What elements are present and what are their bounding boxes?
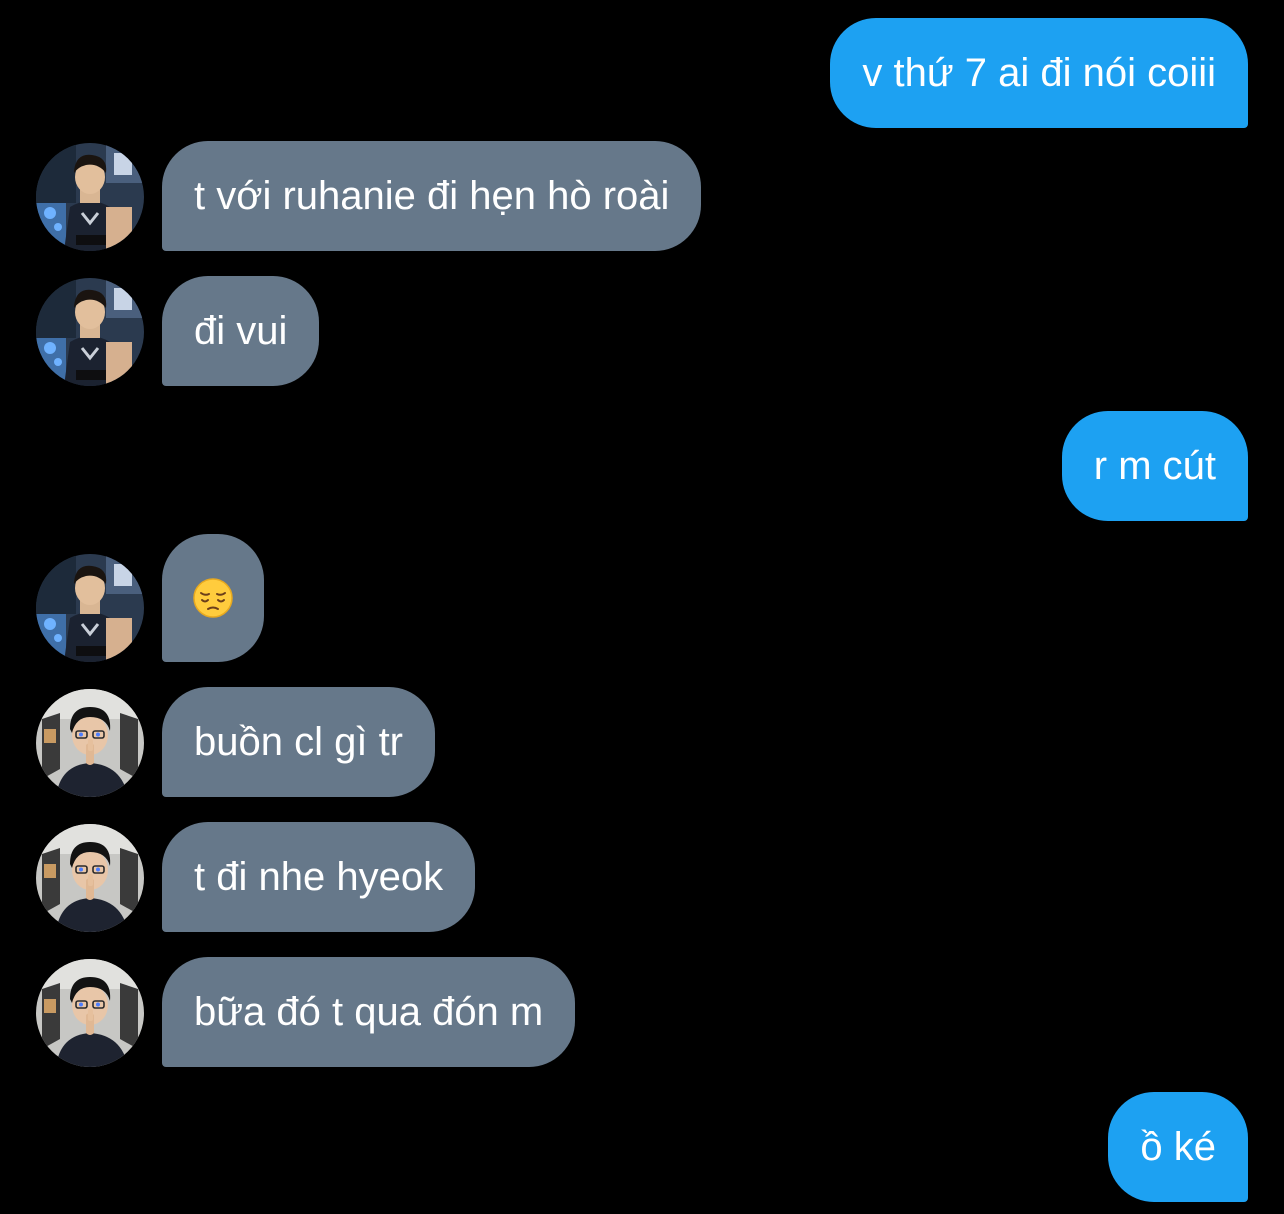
- sent-message-bubble[interactable]: ồ ké: [1108, 1092, 1248, 1202]
- message-row: bữa đó t qua đón m: [0, 957, 1284, 1067]
- received-message-bubble[interactable]: t đi nhe hyeok: [162, 822, 476, 932]
- received-emoji-bubble[interactable]: [162, 534, 264, 662]
- user-b-avatar[interactable]: [36, 824, 144, 932]
- user-b-avatar[interactable]: [36, 959, 144, 1067]
- received-message-bubble[interactable]: t với ruhanie đi hẹn hò roài: [162, 141, 702, 251]
- sent-message-bubble[interactable]: v thứ 7 ai đi nói coiii: [830, 18, 1248, 128]
- message-row: t với ruhanie đi hẹn hò roài: [0, 141, 1284, 251]
- received-message-bubble[interactable]: buồn cl gì tr: [162, 687, 436, 797]
- received-message-bubble[interactable]: bữa đó t qua đón m: [162, 957, 576, 1067]
- message-row: đi vui: [0, 276, 1284, 386]
- chat-thread: v thứ 7 ai đi nói coiii t với ruhanie đi…: [0, 0, 1284, 1214]
- sent-message-bubble[interactable]: r m cút: [1061, 411, 1248, 521]
- message-row: t đi nhe hyeok: [0, 822, 1284, 932]
- user-a-avatar[interactable]: [36, 554, 144, 662]
- message-row: v thứ 7 ai đi nói coiii: [0, 18, 1284, 128]
- message-row: [0, 534, 1284, 662]
- user-a-avatar[interactable]: [36, 278, 144, 386]
- user-a-avatar[interactable]: [36, 143, 144, 251]
- message-row: buồn cl gì tr: [0, 687, 1284, 797]
- pensive-face-emoji: [192, 577, 234, 619]
- received-message-bubble[interactable]: đi vui: [162, 276, 320, 386]
- user-b-avatar[interactable]: [36, 689, 144, 797]
- message-row: ồ ké: [0, 1092, 1284, 1202]
- message-row: r m cút: [0, 411, 1284, 521]
